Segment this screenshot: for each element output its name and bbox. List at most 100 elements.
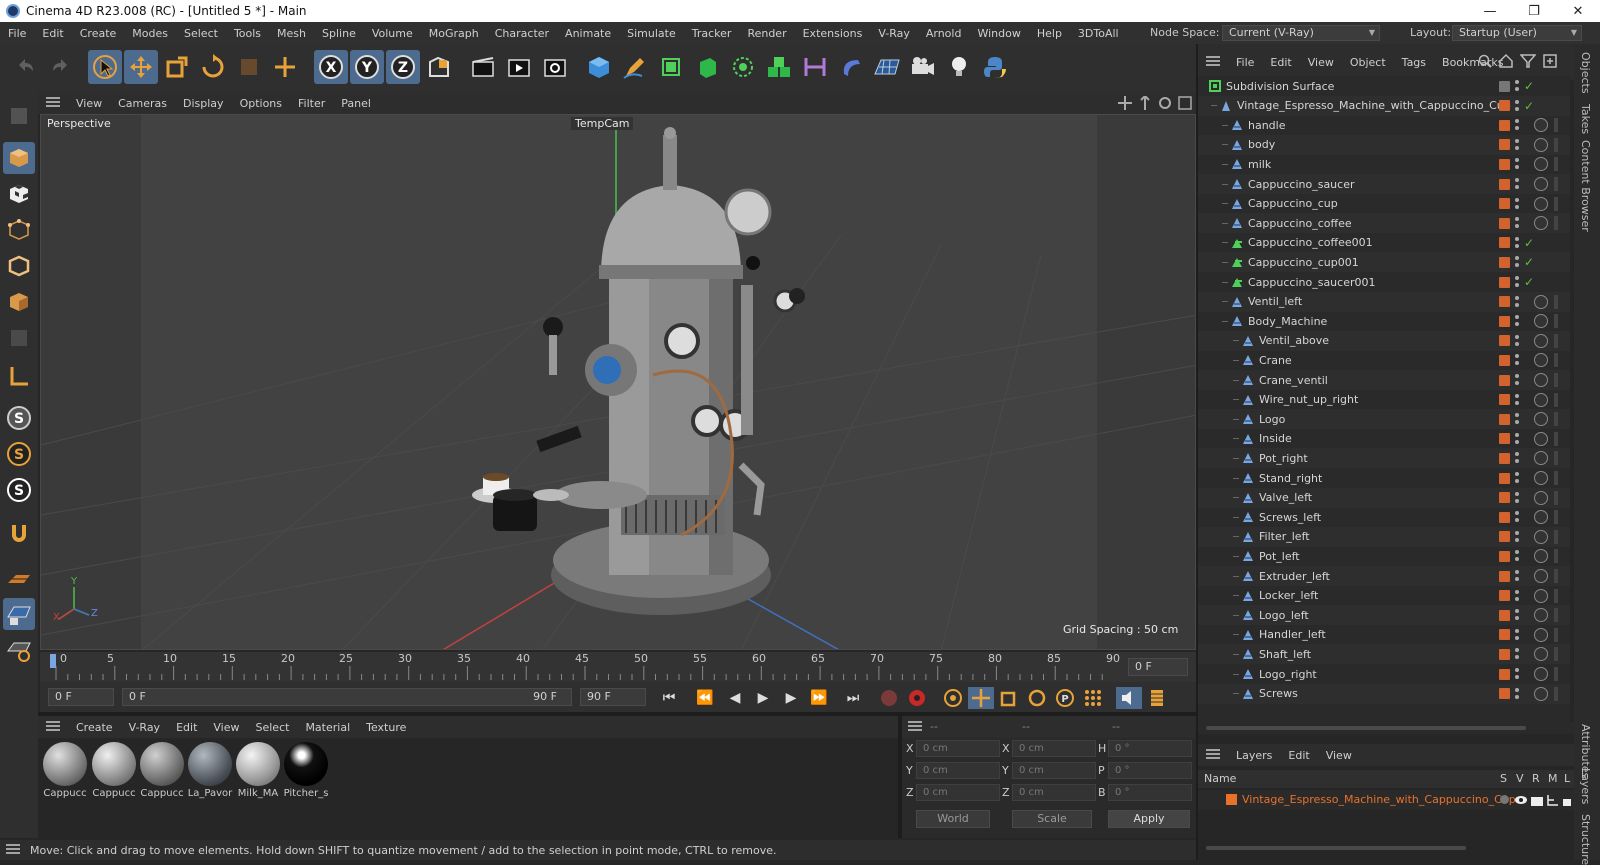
object-row[interactable]: Stand_right bbox=[1198, 468, 1570, 488]
object-row[interactable]: Cappuccino_coffee bbox=[1198, 213, 1570, 234]
texture-tag-icon[interactable] bbox=[1554, 588, 1558, 603]
material-tag-icon[interactable] bbox=[1534, 471, 1548, 485]
object-row[interactable]: Filter_left bbox=[1198, 526, 1570, 547]
pos-z-field[interactable]: 0 cm bbox=[916, 784, 1000, 801]
size-mode-select[interactable]: Scale bbox=[1012, 810, 1092, 828]
material-tag-icon[interactable] bbox=[1534, 392, 1548, 407]
visibility-dots-icon[interactable] bbox=[1514, 608, 1520, 622]
texture-tag-icon[interactable] bbox=[1554, 196, 1558, 211]
visibility-dots-icon[interactable] bbox=[1514, 647, 1520, 661]
object-menu-edit[interactable]: Edit bbox=[1262, 56, 1299, 69]
visibility-dots-icon[interactable] bbox=[1514, 373, 1520, 387]
x-axis-lock-button[interactable]: X bbox=[314, 50, 348, 84]
material-tag-icon[interactable] bbox=[1534, 196, 1548, 211]
visibility-dots-icon[interactable] bbox=[1514, 295, 1520, 309]
layer-color-tag[interactable] bbox=[1499, 119, 1510, 131]
texture-tag-icon[interactable] bbox=[1554, 510, 1558, 525]
viewport-maximize-icon[interactable] bbox=[1178, 96, 1192, 113]
object-row[interactable]: Logo_right bbox=[1198, 664, 1570, 684]
key-pla-button[interactable] bbox=[1080, 687, 1106, 709]
material-tag-icon[interactable] bbox=[1534, 431, 1548, 446]
layer-color-tag[interactable] bbox=[1499, 178, 1510, 190]
scrollbar-thumb[interactable] bbox=[1206, 726, 1526, 730]
end-frame-field[interactable]: 90 F bbox=[580, 688, 646, 706]
layer-color-tag[interactable] bbox=[1499, 276, 1510, 288]
object-menu-tags[interactable]: Tags bbox=[1394, 56, 1434, 69]
z-axis-lock-button[interactable]: Z bbox=[386, 50, 420, 84]
material-tag-icon[interactable] bbox=[1534, 412, 1548, 427]
object-row[interactable]: Logo_left bbox=[1198, 605, 1570, 626]
apply-button[interactable]: Apply bbox=[1108, 810, 1190, 828]
material-tag-icon[interactable] bbox=[1534, 608, 1548, 623]
search-icon[interactable] bbox=[1478, 54, 1492, 71]
status-hamburger-icon[interactable] bbox=[6, 843, 20, 857]
visibility-dots-icon[interactable] bbox=[1514, 628, 1520, 642]
material-hamburger-icon[interactable] bbox=[38, 720, 68, 734]
enabled-check-icon[interactable]: ✓ bbox=[1524, 236, 1534, 250]
texture-tag-icon[interactable] bbox=[1554, 529, 1558, 544]
perspective-viewport[interactable]: Perspective TempCam Y X Z Grid Spacing :… bbox=[40, 114, 1196, 650]
close-button[interactable]: ✕ bbox=[1556, 0, 1600, 22]
visibility-dots-icon[interactable] bbox=[1514, 138, 1520, 152]
visibility-dots-icon[interactable] bbox=[1514, 432, 1520, 446]
material-tag-icon[interactable] bbox=[1534, 529, 1548, 544]
coordinate-system-button[interactable] bbox=[422, 50, 456, 84]
layer-color-tag[interactable] bbox=[1499, 394, 1510, 406]
object-row[interactable]: Locker_left bbox=[1198, 586, 1570, 606]
texture-tag-icon[interactable] bbox=[1554, 647, 1558, 662]
object-row[interactable]: Extruder_left bbox=[1198, 566, 1570, 586]
lock-icon[interactable] bbox=[1562, 793, 1572, 810]
menu-character[interactable]: Character bbox=[487, 27, 557, 40]
layers-menu-view[interactable]: View bbox=[1318, 749, 1360, 762]
object-row[interactable]: Ventil_above bbox=[1198, 330, 1570, 351]
snap-s1-button[interactable]: S bbox=[3, 402, 35, 434]
enabled-check-icon[interactable]: ✓ bbox=[1524, 79, 1534, 93]
material-tag-icon[interactable] bbox=[1534, 118, 1548, 133]
key-position-button[interactable] bbox=[968, 687, 994, 709]
key-rotation-button[interactable] bbox=[1024, 687, 1050, 709]
rot-p-field[interactable]: 0 ° bbox=[1108, 762, 1192, 779]
visibility-dots-icon[interactable] bbox=[1514, 157, 1520, 171]
texture-tag-icon[interactable] bbox=[1554, 353, 1558, 368]
pos-y-field[interactable]: 0 cm bbox=[916, 762, 1000, 779]
snap-magnet-button[interactable] bbox=[3, 518, 35, 550]
material-menu-edit[interactable]: Edit bbox=[168, 721, 205, 734]
visibility-dots-icon[interactable] bbox=[1514, 118, 1520, 132]
previous-frame-button[interactable]: ◀ bbox=[722, 687, 748, 709]
material-tag-icon[interactable] bbox=[1534, 314, 1548, 329]
object-row[interactable]: Cappuccino_cup001 ✓ bbox=[1198, 252, 1570, 273]
material-tag-icon[interactable] bbox=[1534, 686, 1548, 701]
viewport-nav-rotate-icon[interactable] bbox=[1158, 96, 1172, 113]
menu-simulate[interactable]: Simulate bbox=[619, 27, 684, 40]
enabled-check-icon[interactable]: ✓ bbox=[1524, 99, 1534, 113]
menu-modes[interactable]: Modes bbox=[124, 27, 176, 40]
visibility-dots-icon[interactable] bbox=[1514, 530, 1520, 544]
redo-button[interactable] bbox=[44, 50, 78, 84]
texture-mode-button[interactable] bbox=[3, 178, 35, 210]
layer-color-tag[interactable] bbox=[1499, 433, 1510, 445]
object-row[interactable]: Handler_left bbox=[1198, 625, 1570, 645]
rotate-tool-button[interactable] bbox=[196, 50, 230, 84]
menu-arnold[interactable]: Arnold bbox=[918, 27, 970, 40]
menu-window[interactable]: Window bbox=[969, 27, 1028, 40]
visibility-dots-icon[interactable] bbox=[1514, 99, 1520, 113]
object-row[interactable]: Ventil_left bbox=[1198, 291, 1570, 312]
point-mode-button[interactable] bbox=[3, 214, 35, 246]
object-row[interactable]: Vintage_Espresso_Machine_with_Cappuccino… bbox=[1198, 95, 1570, 116]
object-menu-file[interactable]: File bbox=[1228, 56, 1262, 69]
viewport-menu-view[interactable]: View bbox=[68, 97, 110, 110]
visibility-dots-icon[interactable] bbox=[1514, 491, 1520, 505]
model-mode-button[interactable] bbox=[3, 142, 35, 174]
layer-color-tag[interactable] bbox=[1499, 354, 1510, 366]
material-item[interactable]: Cappucc bbox=[91, 742, 137, 799]
object-row[interactable]: Crane bbox=[1198, 350, 1570, 370]
menu-extensions[interactable]: Extensions bbox=[795, 27, 871, 40]
viewport-hamburger-icon[interactable] bbox=[38, 96, 68, 110]
pen-spline-button[interactable] bbox=[618, 50, 652, 84]
manager-tree-icon[interactable] bbox=[1546, 793, 1560, 810]
key-parameter-button[interactable]: P bbox=[1052, 687, 1078, 709]
material-menu-view[interactable]: View bbox=[205, 721, 247, 734]
uv-mode-button[interactable] bbox=[3, 322, 35, 354]
texture-tag-icon[interactable] bbox=[1554, 627, 1558, 642]
material-tag-icon[interactable] bbox=[1534, 373, 1548, 387]
